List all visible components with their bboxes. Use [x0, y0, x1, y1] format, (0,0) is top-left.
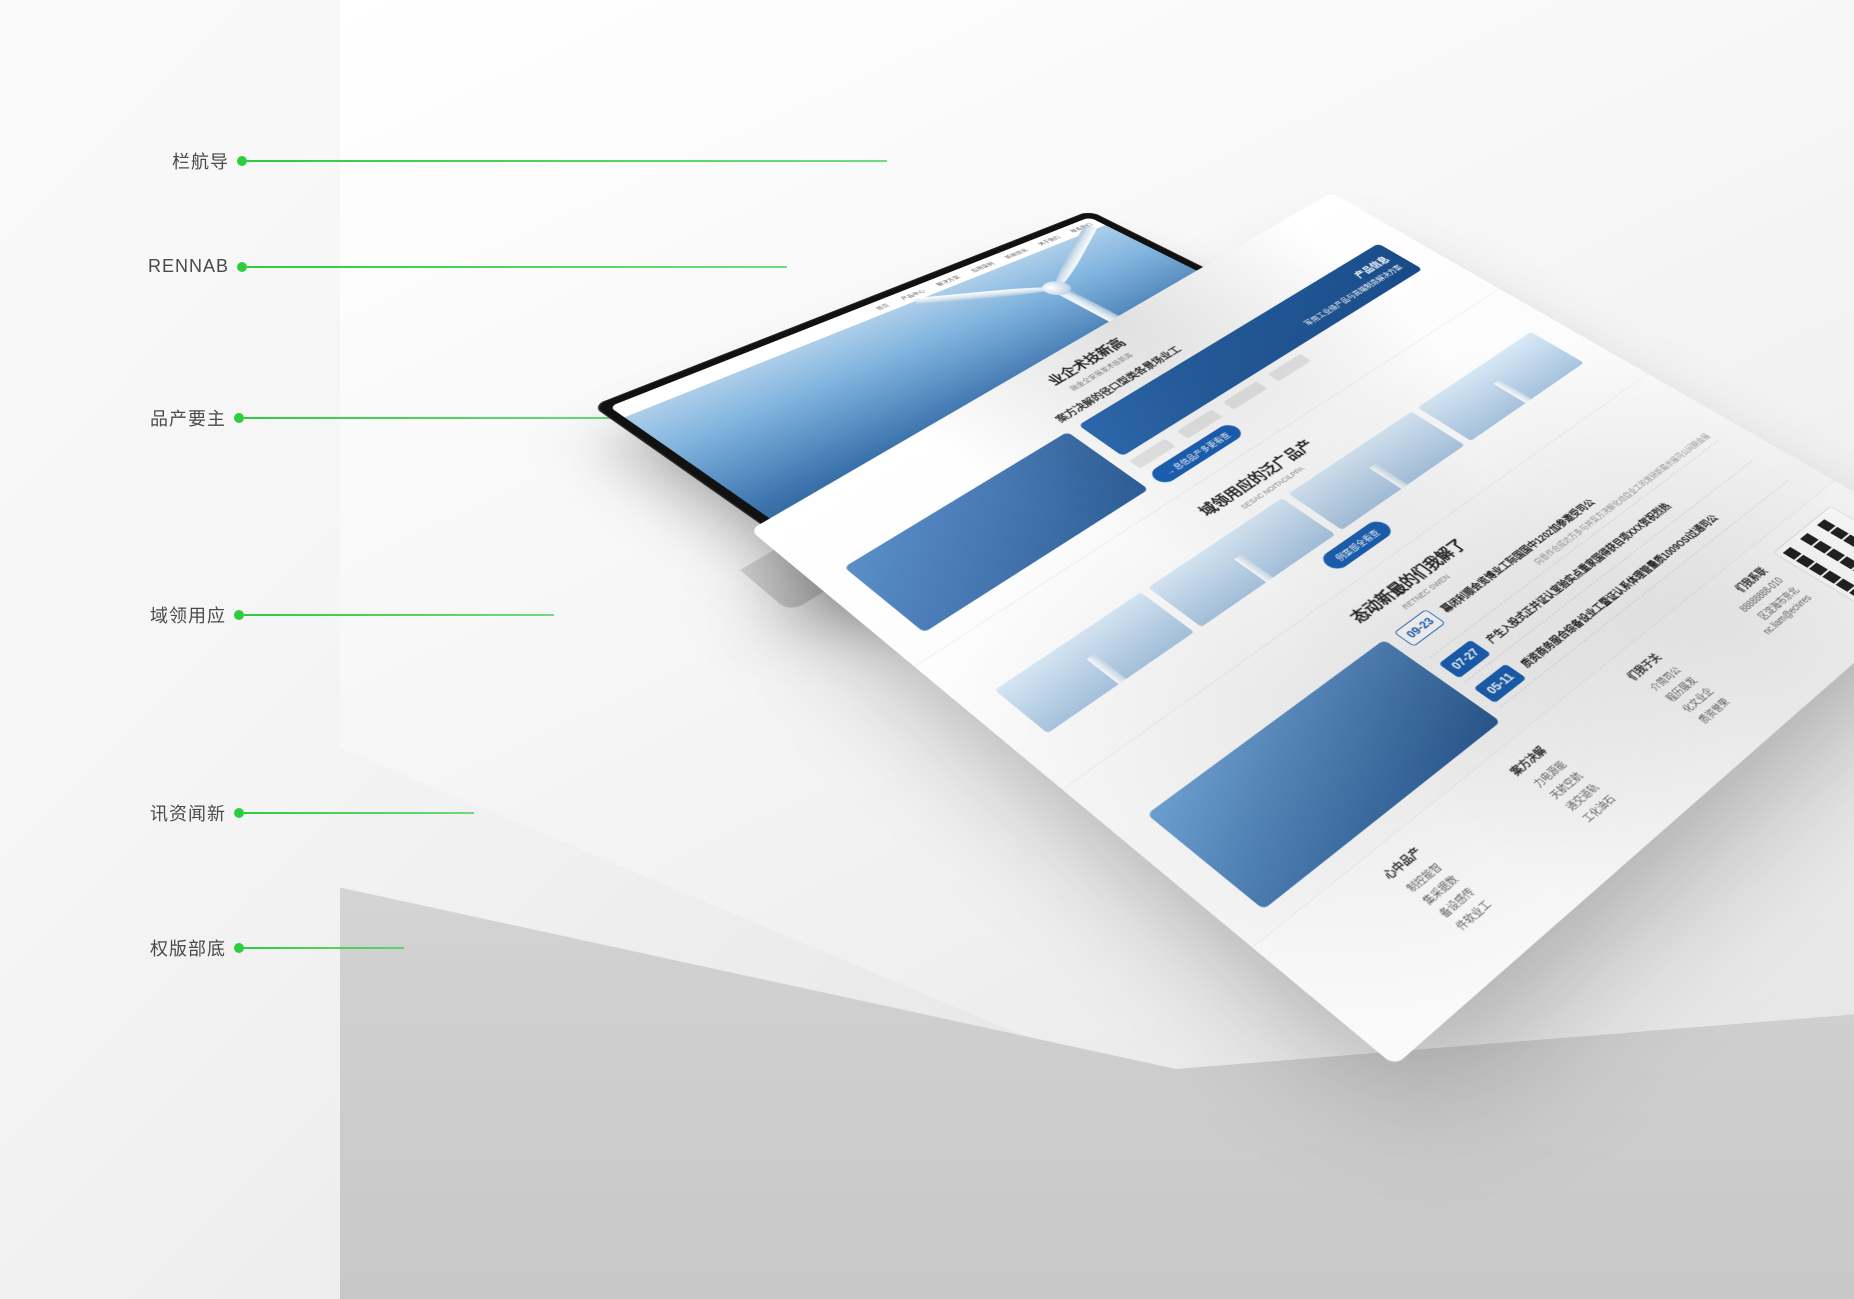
- annotation-nav: 导航栏: [172, 148, 247, 174]
- annotation-banner: BANNER: [148, 256, 247, 277]
- nav-item[interactable]: 首页: [873, 302, 891, 310]
- annotation-dot-icon: [234, 413, 244, 423]
- annotation-cases: 应用领域: [150, 602, 244, 628]
- annotation-footer: 底部版权: [150, 935, 244, 961]
- case-thumb[interactable]: [995, 592, 1195, 733]
- annotation-dot-icon: [234, 808, 244, 818]
- annotation-dot-icon: [237, 262, 247, 272]
- annotation-products-text: 主要产品: [150, 405, 226, 431]
- scene-root: 导航栏 BANNER 主要产品 应用领域 新闻资讯 底部版权: [0, 0, 1854, 1299]
- annotation-nav-text: 导航栏: [172, 148, 229, 174]
- annotation-footer-text: 底部版权: [150, 935, 226, 961]
- annotation-banner-text: BANNER: [148, 256, 229, 277]
- annotation-dot-icon: [234, 610, 244, 620]
- annotation-dot-icon: [234, 943, 244, 953]
- annotation-news-text: 新闻资讯: [150, 800, 226, 826]
- annotation-news: 新闻资讯: [150, 800, 244, 826]
- annotation-products: 主要产品: [150, 405, 244, 431]
- annotation-cases-text: 应用领域: [150, 602, 226, 628]
- annotation-layer: 导航栏 BANNER 主要产品 应用领域 新闻资讯 底部版权: [0, 0, 400, 1299]
- annotation-dot-icon: [237, 156, 247, 166]
- laptop-mockup: 首页 产品中心 解决方案 应用案例 新闻资讯 关于我们 联系我们: [520, 60, 1670, 1160]
